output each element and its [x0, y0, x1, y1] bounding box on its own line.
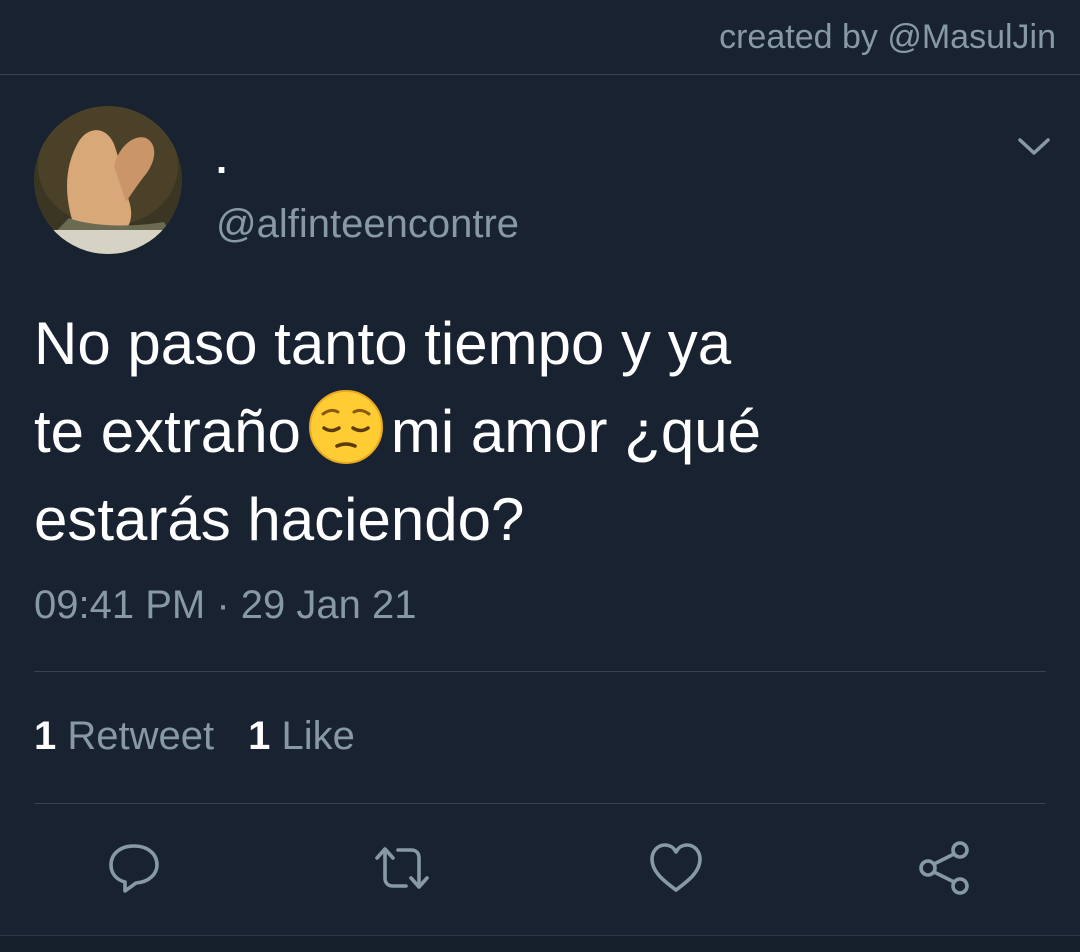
like-icon[interactable]: [646, 838, 706, 898]
tweet-text-line: No paso tanto tiempo y ya: [34, 310, 732, 377]
engagement-stats: 1 Retweet 1 Like: [34, 714, 355, 759]
chevron-down-icon[interactable]: [1014, 130, 1054, 162]
retweet-stat[interactable]: 1 Retweet: [34, 714, 214, 759]
tweet-text-line: te extraño mi amor ¿qué: [34, 388, 994, 476]
retweet-count: 1: [34, 714, 57, 758]
divider: [34, 671, 1046, 672]
retweet-label: Retweet: [67, 714, 215, 758]
like-count: 1: [248, 714, 271, 758]
avatar[interactable]: [34, 106, 182, 254]
tweet-text-line: estarás haciendo?: [34, 486, 525, 553]
retweet-icon[interactable]: [372, 838, 432, 898]
credit-bar: created by @MasulJin: [0, 0, 1080, 75]
tweet-screenshot: created by @MasulJin . @alfinteencontre …: [0, 0, 1080, 952]
like-stat[interactable]: 1 Like: [248, 714, 355, 759]
avatar-photo: [34, 106, 182, 254]
tweet-text-segment: mi amor ¿qué: [390, 398, 761, 465]
tweet-text: No paso tanto tiempo y ya te extraño mi …: [34, 300, 994, 564]
like-label: Like: [281, 714, 355, 758]
tweet-text-segment: te extraño: [34, 398, 301, 465]
credit-text: created by @MasulJin: [719, 18, 1056, 56]
user-handle[interactable]: @alfinteencontre: [216, 202, 519, 247]
timestamp[interactable]: 09:41 PM · 29 Jan 21: [34, 583, 416, 628]
pensive-face-icon: [307, 388, 385, 466]
bottom-divider: [0, 935, 1080, 952]
display-name[interactable]: .: [216, 138, 227, 183]
reply-icon[interactable]: [104, 838, 164, 898]
share-icon[interactable]: [914, 838, 974, 898]
divider: [34, 803, 1046, 804]
action-bar: [0, 838, 1080, 902]
